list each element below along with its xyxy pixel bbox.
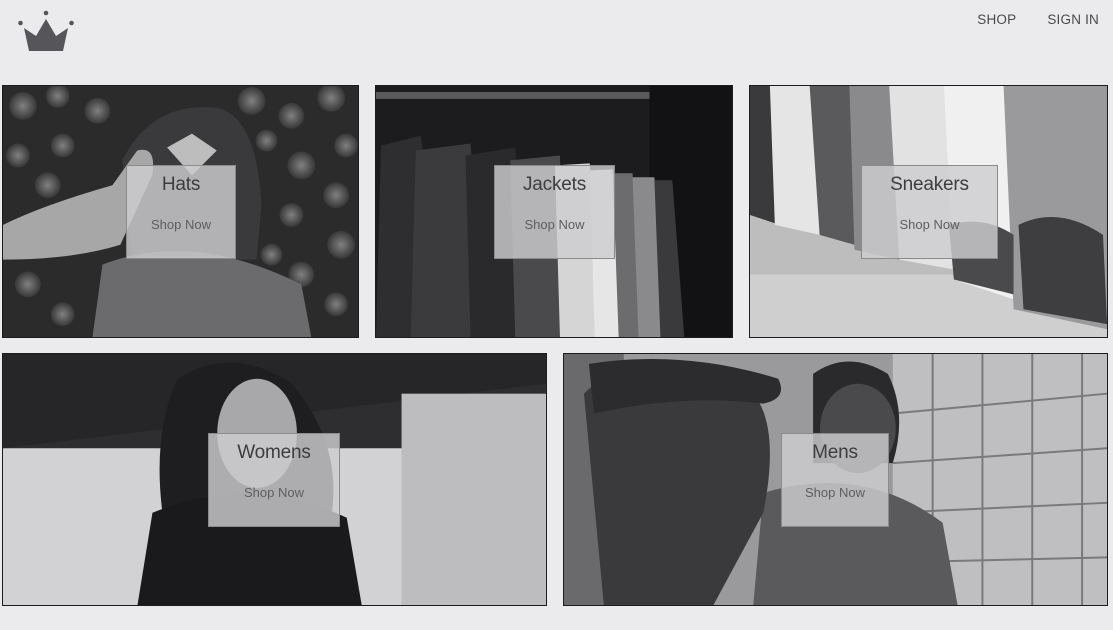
shop-now-link[interactable]: Shop Now [525, 217, 585, 232]
category-title: Sneakers [890, 174, 969, 195]
category-tile-hats[interactable]: Hats Shop Now [2, 85, 359, 338]
category-card-jackets: Jackets Shop Now [494, 165, 615, 259]
site-header: SHOP SIGN IN [0, 0, 1113, 70]
category-tile-sneakers[interactable]: Sneakers Shop Now [749, 85, 1108, 338]
category-tile-womens[interactable]: Womens Shop Now [2, 353, 547, 606]
category-title: Womens [237, 442, 311, 463]
nav-sign-in-link[interactable]: SIGN IN [1047, 12, 1099, 27]
shop-now-link[interactable]: Shop Now [244, 485, 304, 500]
category-title: Hats [161, 174, 201, 195]
nav-shop-link[interactable]: SHOP [977, 12, 1016, 27]
main-nav: SHOP SIGN IN [977, 12, 1099, 27]
category-tile-jackets[interactable]: Jackets Shop Now [375, 85, 733, 338]
category-card-sneakers: Sneakers Shop Now [861, 165, 998, 259]
shop-now-link[interactable]: Shop Now [900, 217, 960, 232]
category-card-womens: Womens Shop Now [208, 433, 340, 527]
category-tile-mens[interactable]: Mens Shop Now [563, 353, 1108, 606]
category-card-hats: Hats Shop Now [126, 165, 236, 259]
category-card-mens: Mens Shop Now [781, 433, 889, 527]
category-title: Mens [812, 442, 858, 463]
shop-now-link[interactable]: Shop Now [805, 485, 865, 500]
crown-icon[interactable] [17, 8, 75, 54]
shop-now-link[interactable]: Shop Now [151, 217, 211, 232]
category-title: Jackets [522, 174, 586, 195]
